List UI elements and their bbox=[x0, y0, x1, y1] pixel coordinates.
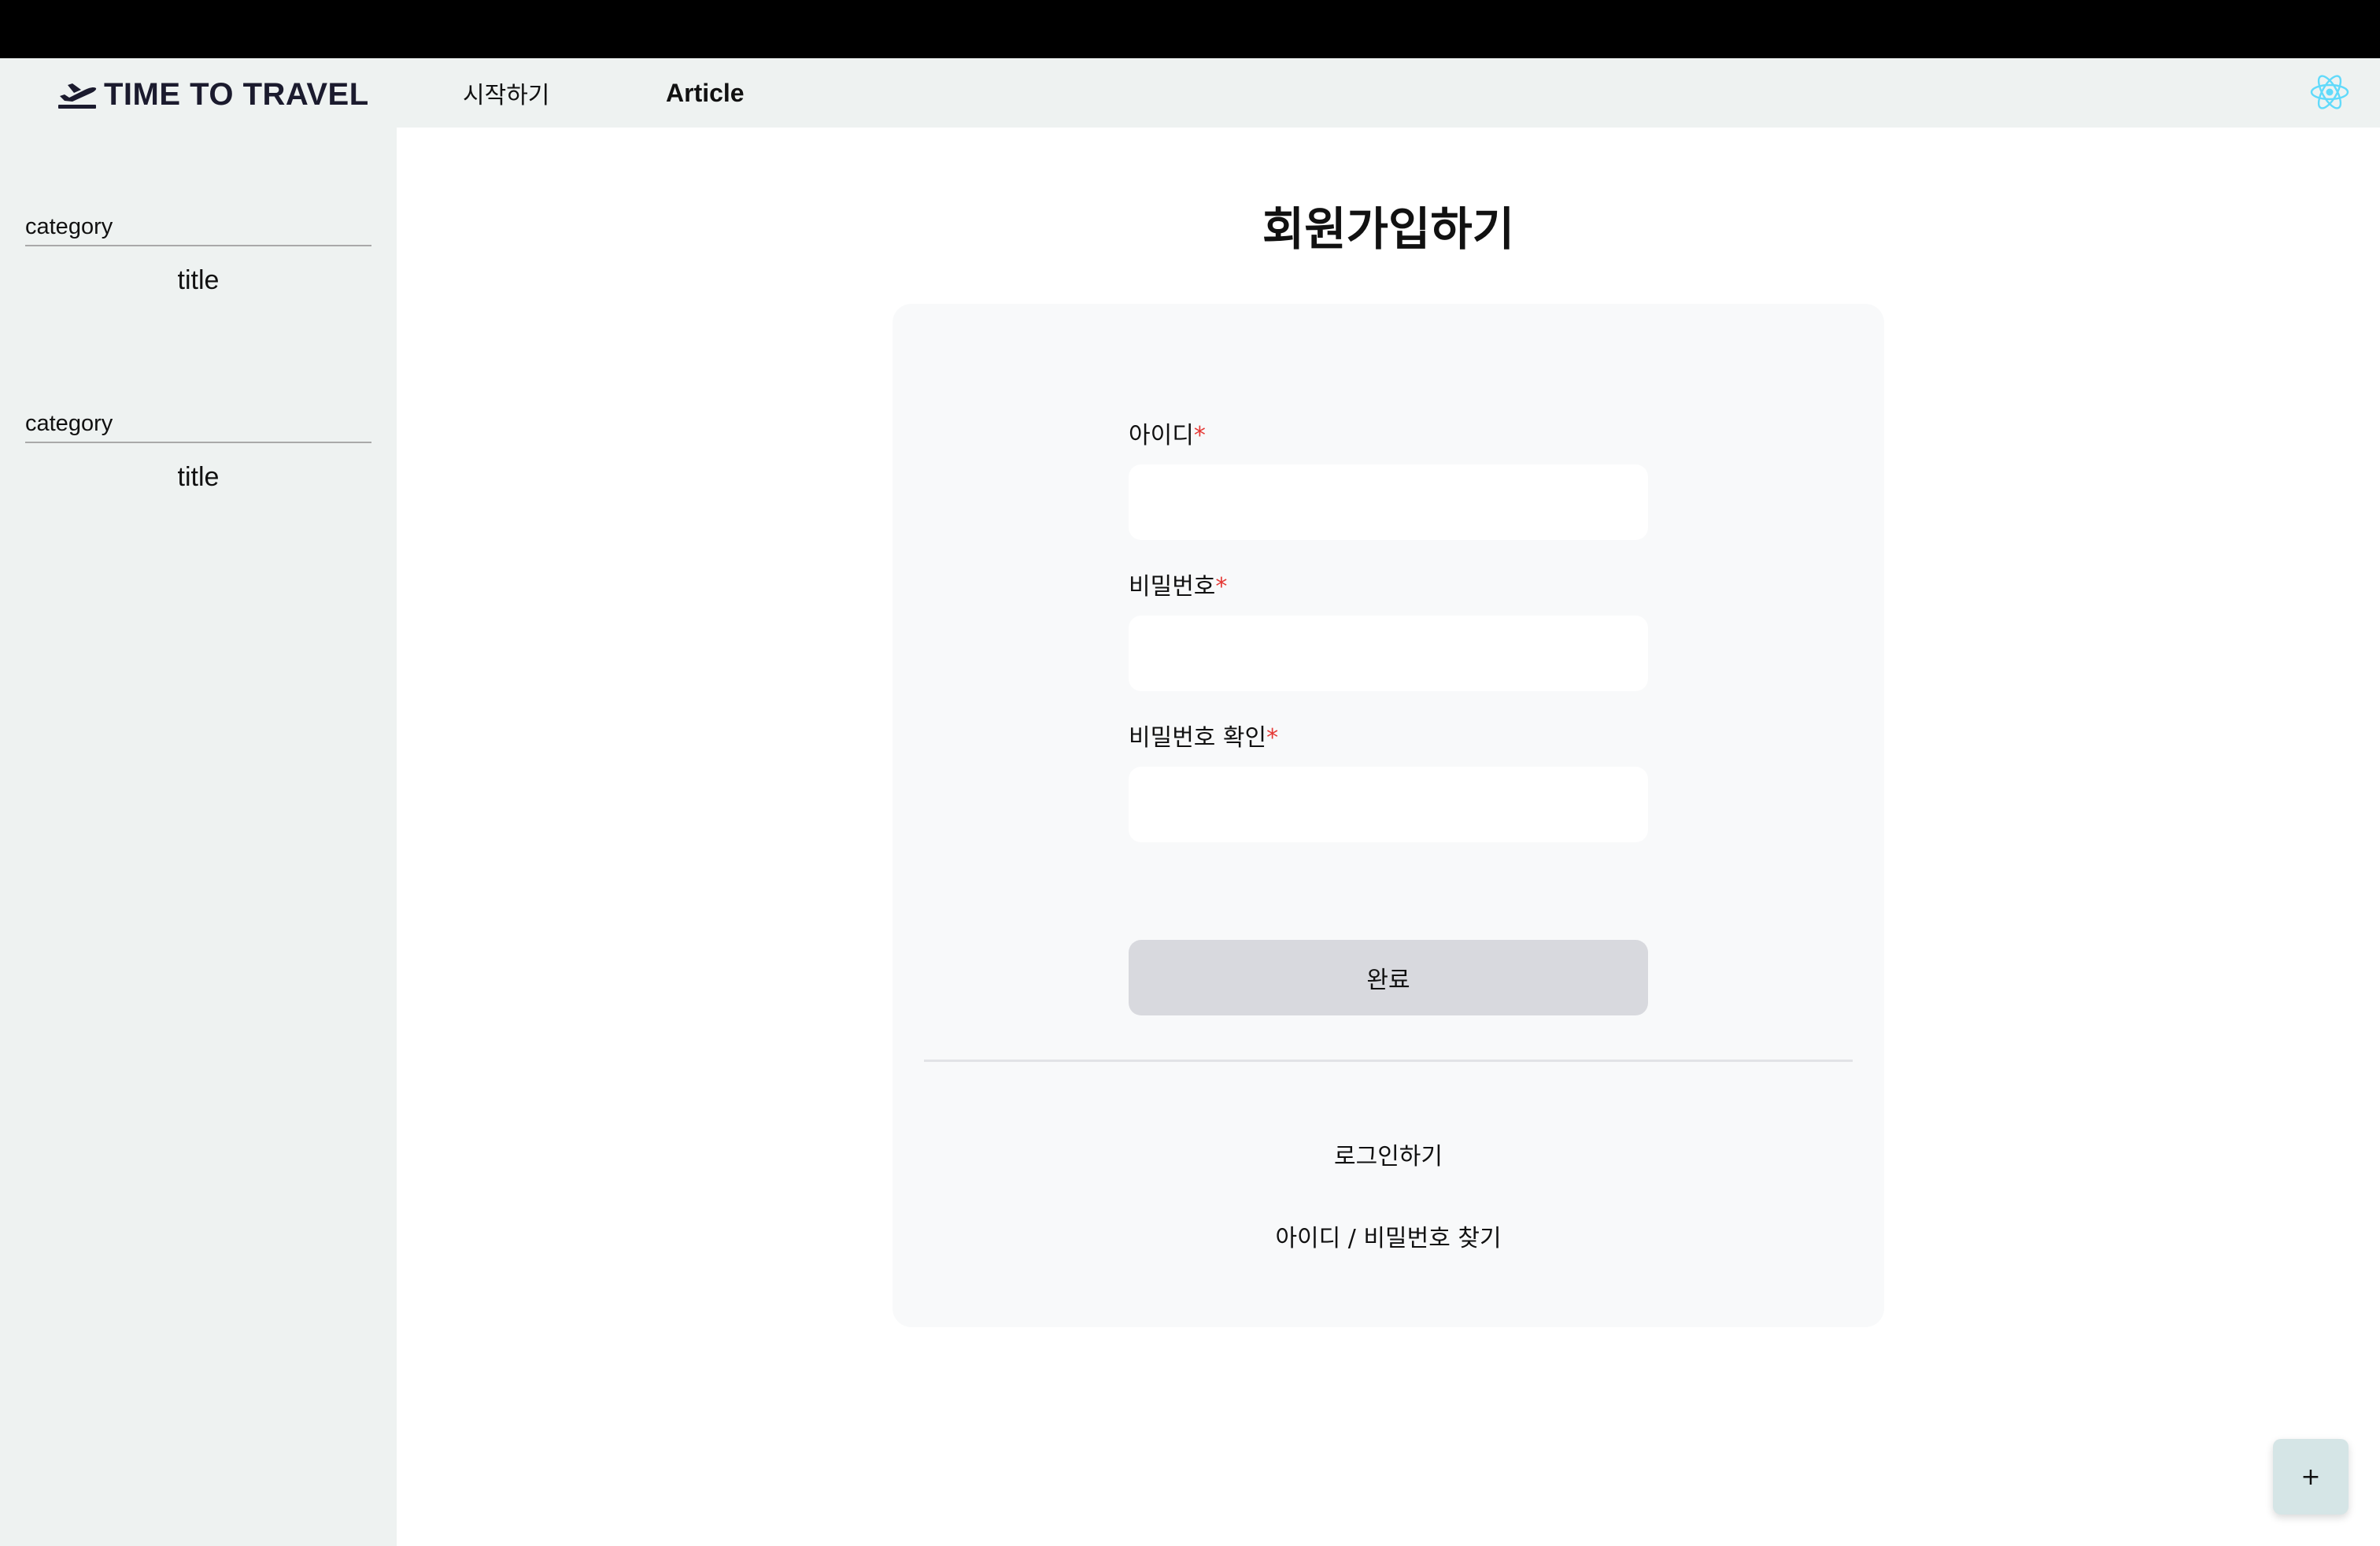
add-button[interactable]: + bbox=[2273, 1439, 2349, 1515]
find-account-link[interactable]: 아이디 / 비밀번호 찾기 bbox=[893, 1219, 1884, 1253]
password-confirm-label: 비밀번호 확인* bbox=[1129, 723, 1648, 754]
password-input[interactable] bbox=[1129, 616, 1648, 691]
nav-start[interactable]: 시작하기 bbox=[463, 76, 549, 110]
password-confirm-field: 비밀번호 확인* bbox=[1129, 723, 1648, 842]
sidebar-group: category title bbox=[25, 214, 371, 296]
page-title: 회원가입하기 bbox=[1262, 202, 1515, 256]
password-label-text: 비밀번호 bbox=[1129, 573, 1216, 601]
sidebar-item-title[interactable]: title bbox=[25, 462, 371, 493]
signup-card: 아이디* 비밀번호* 비밀번호 확인* 완료 로그인하기 아이디 / 비밀번호 … bbox=[893, 304, 1884, 1327]
airplane-takeoff-icon bbox=[57, 79, 98, 110]
password-confirm-input[interactable] bbox=[1129, 767, 1648, 842]
submit-button[interactable]: 완료 bbox=[1129, 940, 1648, 1015]
sidebar-item-title[interactable]: title bbox=[25, 265, 371, 296]
main-content: 회원가입하기 아이디* 비밀번호* 비밀번호 확인* 완료 로그인하기 아이디 … bbox=[397, 128, 2380, 1546]
header: TIME TO TRAVEL 시작하기 Article bbox=[0, 58, 2380, 128]
nav-article[interactable]: Article bbox=[666, 76, 745, 110]
divider bbox=[924, 1060, 1853, 1062]
brand-name: TIME TO TRAVEL bbox=[104, 76, 369, 112]
required-mark: * bbox=[1193, 422, 1206, 449]
id-label-text: 아이디 bbox=[1129, 422, 1194, 449]
brand-logo[interactable]: TIME TO TRAVEL bbox=[57, 77, 369, 112]
sidebar-category: category bbox=[25, 214, 371, 246]
password-field: 비밀번호* bbox=[1129, 571, 1648, 691]
id-input[interactable] bbox=[1129, 464, 1648, 540]
window-top-bar bbox=[0, 0, 2380, 58]
password-confirm-label-text: 비밀번호 확인 bbox=[1129, 724, 1267, 752]
required-mark: * bbox=[1215, 573, 1228, 601]
react-atom-icon[interactable] bbox=[2309, 69, 2350, 115]
sidebar: category title category title bbox=[0, 128, 397, 1546]
sidebar-category: category bbox=[25, 411, 371, 443]
id-field: 아이디* bbox=[1129, 420, 1648, 540]
login-link[interactable]: 로그인하기 bbox=[893, 1137, 1884, 1171]
id-label: 아이디* bbox=[1129, 420, 1648, 452]
required-mark: * bbox=[1266, 724, 1279, 752]
sidebar-group: category title bbox=[25, 411, 371, 493]
password-label: 비밀번호* bbox=[1129, 571, 1648, 603]
